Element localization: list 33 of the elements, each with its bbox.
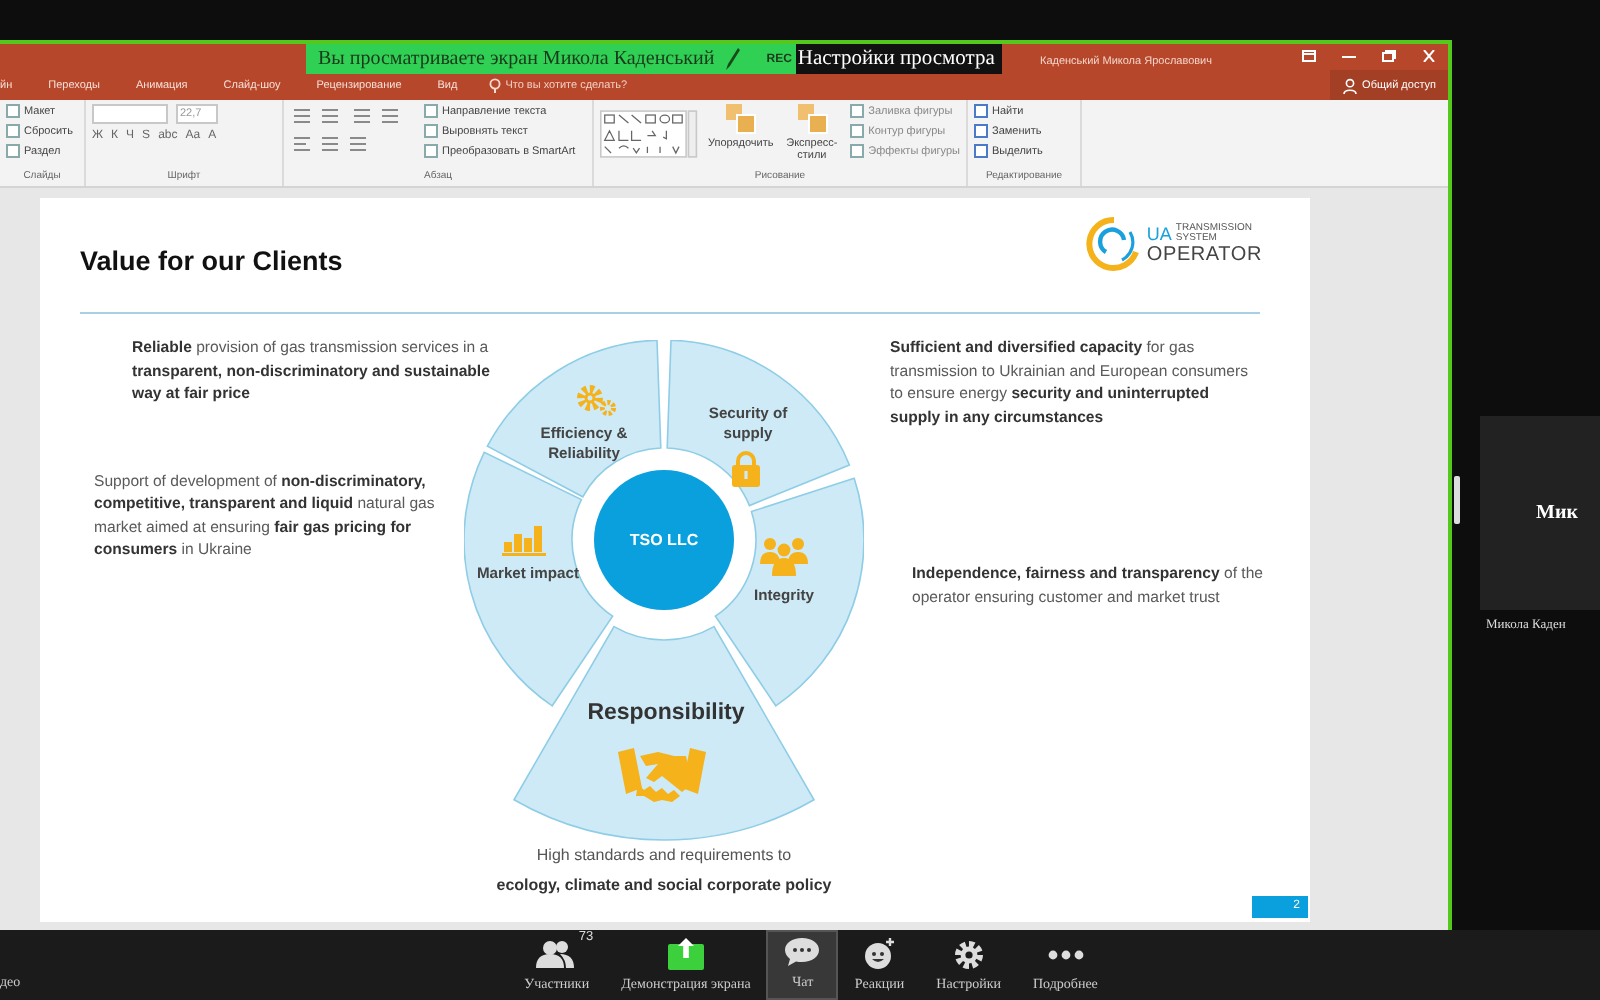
- reaction-icon: [863, 938, 896, 970]
- settings-icon: [953, 939, 984, 969]
- logo-swirl-icon: [1086, 216, 1143, 272]
- gears-icon: [574, 382, 618, 418]
- logo-text: UA: [1146, 225, 1172, 243]
- pen-icon[interactable]: [724, 48, 741, 70]
- center-circle: [594, 470, 734, 610]
- segment-label: Responsibility: [585, 701, 747, 727]
- share-screen-icon: [667, 938, 704, 970]
- participant-tile-name: Мик: [1536, 502, 1578, 524]
- chat-icon: [784, 936, 821, 968]
- more-icon: [1047, 949, 1084, 959]
- caption-text: ecology, climate and social corporate policy: [496, 874, 832, 896]
- padlock-icon: [730, 449, 762, 487]
- viewing-banner-text: Вы просматриваете экран Микола Каденський: [318, 48, 715, 70]
- person-icon: [1342, 77, 1359, 93]
- logo-name: OPERATOR: [1146, 243, 1262, 265]
- font-name-field[interactable]: [92, 104, 168, 124]
- close-icon[interactable]: [1422, 50, 1436, 62]
- restore-icon[interactable]: [1382, 50, 1396, 62]
- people-icon: [760, 536, 808, 576]
- participants-icon: [536, 940, 577, 968]
- lightbulb-icon: [487, 77, 502, 93]
- center-label: TSO LLC: [629, 531, 699, 549]
- slide-title: Value for our Clients: [80, 246, 343, 276]
- view-options-button[interactable]: Настройки просмотра: [795, 44, 1003, 74]
- handshake-icon: [618, 744, 706, 808]
- bar-chart-icon: [502, 524, 546, 556]
- caption-text: High standards and requirements to: [536, 844, 792, 866]
- minimize-icon[interactable]: [1342, 50, 1356, 62]
- shapes-gallery-icon[interactable]: [600, 104, 698, 164]
- ribbon-display-icon[interactable]: [1302, 50, 1316, 62]
- participant-tile[interactable]: Мик: [1480, 416, 1600, 610]
